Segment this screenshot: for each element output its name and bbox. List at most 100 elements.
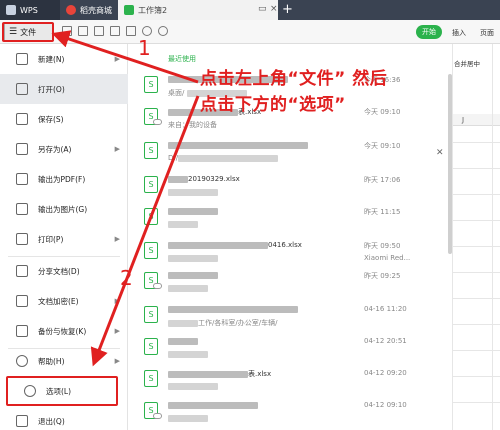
tab-insert[interactable]: 插入 (452, 28, 466, 38)
menu-item-help[interactable]: 帮助(H) ▶ (0, 346, 128, 376)
file-date: 04-12 09:10 (364, 401, 407, 409)
file-name (168, 271, 218, 279)
pdf-icon (16, 173, 28, 185)
spreadsheet-file-icon: S (144, 402, 162, 419)
spreadsheet-file-icon: S (144, 242, 158, 259)
column-label: J (462, 116, 465, 124)
menu-item-export-pdf[interactable]: 输出为PDF(F) (0, 164, 128, 194)
file-path (168, 254, 218, 262)
menu-item-export-image[interactable]: 输出为图片(G) (0, 194, 128, 224)
spreadsheet-area: 合并居中 J (452, 44, 500, 430)
grid-line (452, 298, 500, 299)
menu-item-new[interactable]: 新建(N) ▶ (0, 44, 128, 74)
recent-file-row[interactable]: S 04-12 20:51 (136, 334, 448, 366)
spreadsheet-file-icon: S (144, 142, 158, 159)
window-icon[interactable]: ▭ (258, 4, 267, 14)
tab-store[interactable]: 稻壳商城 (60, 0, 118, 20)
menu-item-label: 选项(L) (46, 386, 72, 396)
grid-line (452, 376, 500, 377)
annotation-text-line2: 点击下方的“选项” (200, 95, 346, 115)
grid-line (452, 324, 500, 325)
file-path (168, 284, 208, 292)
file-name: 表.xlsx (168, 369, 271, 379)
menu-item-save[interactable]: 保存(S) (0, 104, 128, 134)
menu-item-label: 帮助(H) (38, 356, 65, 366)
spreadsheet-file-icon: S (144, 176, 158, 193)
menu-item-encrypt[interactable]: 文档加密(E) ▶ (0, 286, 128, 316)
cloud-icon (153, 119, 162, 125)
file-date: 04-16 11:20 (364, 305, 407, 313)
merge-center-button[interactable]: 合并居中 (454, 58, 480, 68)
menu-item-backup[interactable]: 备份与恢复(K) ▶ (0, 316, 128, 346)
menu-item-exit[interactable]: 退出(Q) (0, 406, 128, 430)
undo-icon[interactable] (142, 26, 152, 36)
file-path: 工作/各科室/办公室/车辆/ (168, 318, 277, 328)
redo-icon[interactable] (158, 26, 168, 36)
menu-item-label: 保存(S) (38, 114, 64, 124)
spreadsheet-file-icon: S (144, 208, 158, 225)
menu-item-label: 文档加密(E) (38, 296, 79, 306)
file-path (168, 350, 208, 358)
recent-file-row[interactable]: S 工作/各科室/办公室/车辆/ 04-16 11:20 (136, 302, 448, 334)
menu-item-label: 分享文档(D) (38, 266, 80, 276)
annotation-text-line1: 点击左上角“文件” 然后 (200, 69, 388, 89)
file-name (168, 337, 198, 345)
share-icon (16, 265, 28, 277)
menu-item-share[interactable]: 分享文档(D) (0, 256, 128, 286)
recent-file-row[interactable]: S 昨天 09:25 (136, 268, 448, 300)
spreadsheet-file-icon: S (144, 370, 158, 387)
recent-file-row[interactable]: S 04-12 09:10 (136, 398, 448, 430)
recent-file-row[interactable]: S 昨天 11:15 (136, 204, 448, 236)
export-icon[interactable] (94, 26, 104, 36)
file-name (168, 207, 218, 215)
menu-item-options[interactable]: 选项(L) (6, 376, 118, 406)
chevron-right-icon: ▶ (114, 357, 120, 365)
preview-icon[interactable] (126, 26, 136, 36)
close-tab-icon[interactable]: × (270, 4, 278, 14)
chevron-right-icon: ▶ (114, 327, 120, 335)
menu-item-save-as[interactable]: 另存为(A) ▶ (0, 134, 128, 164)
tab-start[interactable]: 开始 (416, 25, 442, 39)
menu-item-print[interactable]: 打印(P) ▶ (0, 224, 128, 254)
grid-line (452, 168, 500, 169)
menu-item-label: 打印(P) (38, 234, 64, 244)
tab-wps-home[interactable]: WPS (0, 0, 60, 20)
grid-line (452, 142, 500, 143)
file-path (168, 414, 208, 422)
menu-item-open[interactable]: 打开(O) (0, 74, 128, 104)
menu-item-label: 打开(O) (38, 84, 65, 94)
recent-header: 最近使用 (168, 55, 196, 63)
file-name: 0416.xlsx (168, 241, 302, 249)
gear-icon (24, 385, 36, 397)
print-icon[interactable] (110, 26, 120, 36)
open-folder-icon (16, 83, 28, 95)
new-tab-icon[interactable]: + (282, 2, 293, 17)
recent-file-row[interactable]: S 表.xlsx 04-12 09:20 (136, 366, 448, 398)
save-icon[interactable] (78, 26, 88, 36)
grid-line (452, 402, 500, 403)
annotation-step-2: 2 (120, 266, 133, 290)
new-icon (16, 53, 28, 65)
grid-line (492, 44, 493, 430)
recent-file-row[interactable]: S 0416.xlsx 昨天 09:50 Xiaomi Red... (136, 238, 448, 270)
open-icon[interactable] (62, 26, 72, 36)
recent-file-row[interactable]: S D:/ 今天 09:10 (136, 138, 448, 170)
print-icon (16, 233, 28, 245)
menu-item-label: 新建(N) (38, 54, 65, 64)
chevron-right-icon: ▶ (114, 297, 120, 305)
file-name (168, 305, 298, 313)
annotation-step-1: 1 (138, 36, 151, 60)
store-icon (66, 5, 76, 15)
file-path: D:/ (168, 154, 279, 162)
toolbar: ☰ 文件 开始 插入 页面 (0, 20, 500, 44)
spreadsheet-file-icon: S (144, 108, 162, 125)
file-date: 昨天 09:25 (364, 272, 401, 280)
exit-icon (16, 415, 28, 427)
recent-file-row[interactable]: S 20190329.xlsx 昨天 17:06 (136, 172, 448, 204)
tab-workbook[interactable]: 工作簿2 ▭ × (118, 0, 278, 20)
tab-page[interactable]: 页面 (480, 28, 494, 38)
spreadsheet-file-icon: S (144, 306, 158, 323)
close-icon[interactable]: ✕ (436, 148, 444, 158)
file-date: 昨天 11:15 (364, 208, 401, 216)
save-icon (16, 113, 28, 125)
